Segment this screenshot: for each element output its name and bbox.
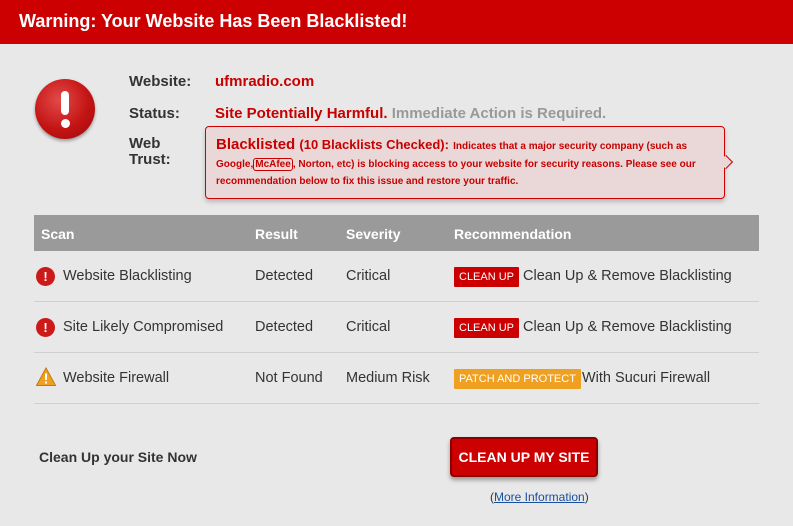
more-information: (More Information) <box>490 490 589 504</box>
table-row: Website Firewall Not Found Medium Risk P… <box>34 353 759 404</box>
mcafee-highlight: McAfee <box>253 157 293 171</box>
scan-name: Website Firewall <box>63 370 170 386</box>
recommendation-text: Clean Up & Remove Blacklisting <box>523 319 732 335</box>
scan-result: Detected <box>255 268 314 284</box>
header-scan: Scan <box>41 226 75 242</box>
blacklists-checked: (10 Blacklists Checked): <box>299 137 449 152</box>
error-icon: ! <box>36 318 55 337</box>
recommendation-text: With Sucuri Firewall <box>582 370 711 386</box>
web-trust-label: Web Trust: <box>129 135 171 168</box>
scan-severity: Critical <box>346 319 391 335</box>
table-row: ! Site Likely Compromised Detected Criti… <box>34 302 759 353</box>
warning-icon <box>36 367 56 386</box>
trust-intro: Indicates that a major security company … <box>453 141 688 152</box>
trust-recommendation-line: recommendation below to fix this issue a… <box>216 176 519 187</box>
header-recommendation: Recommendation <box>454 226 572 242</box>
status-action-text: Immediate Action is Required. <box>391 105 607 122</box>
scan-name: Site Likely Compromised <box>63 319 224 335</box>
cta-label: Clean Up your Site Now <box>39 449 197 465</box>
clean-up-tag[interactable]: CLEAN UP <box>454 267 520 287</box>
scan-severity: Medium Risk <box>346 370 430 386</box>
web-trust-callout: Blacklisted (10 Blacklists Checked): Ind… <box>205 126 734 199</box>
scan-name: Website Blacklisting <box>63 268 192 284</box>
scan-result: Detected <box>255 319 314 335</box>
table-row: ! Website Blacklisting Detected Critical… <box>34 251 759 302</box>
website-label: Website: <box>129 73 192 90</box>
alert-exclamation-icon <box>35 79 95 139</box>
status-value: Site Potentially Harmful. Immediate Acti… <box>215 105 606 122</box>
warning-header: Warning: Your Website Has Been Blacklist… <box>0 0 793 44</box>
recommendation-text: Clean Up & Remove Blacklisting <box>523 268 732 284</box>
scan-results-table: Scan Result Severity Recommendation ! We… <box>34 215 759 404</box>
status-harmful-text: Site Potentially Harmful. <box>215 105 388 122</box>
error-icon: ! <box>36 267 55 286</box>
header-result: Result <box>255 226 298 242</box>
website-value: ufmradio.com <box>215 73 315 90</box>
clean-up-my-site-button[interactable]: CLEAN UP MY SITE <box>450 437 598 477</box>
page-title: Warning: Your Website Has Been Blacklist… <box>19 11 408 31</box>
scan-severity: Critical <box>346 268 391 284</box>
status-label: Status: <box>129 105 180 122</box>
blacklisted-headline: Blacklisted <box>216 136 296 153</box>
scan-result: Not Found <box>255 370 323 386</box>
header-severity: Severity <box>346 226 401 242</box>
trust-description: Google, McAfee, Norton, etc) is blocking … <box>216 157 696 171</box>
clean-up-tag[interactable]: CLEAN UP <box>454 318 520 338</box>
table-header: Scan Result Severity Recommendation <box>34 215 759 251</box>
more-information-link[interactable]: More Information <box>494 490 585 504</box>
patch-and-protect-tag[interactable]: PATCH AND PROTECT <box>454 369 581 389</box>
